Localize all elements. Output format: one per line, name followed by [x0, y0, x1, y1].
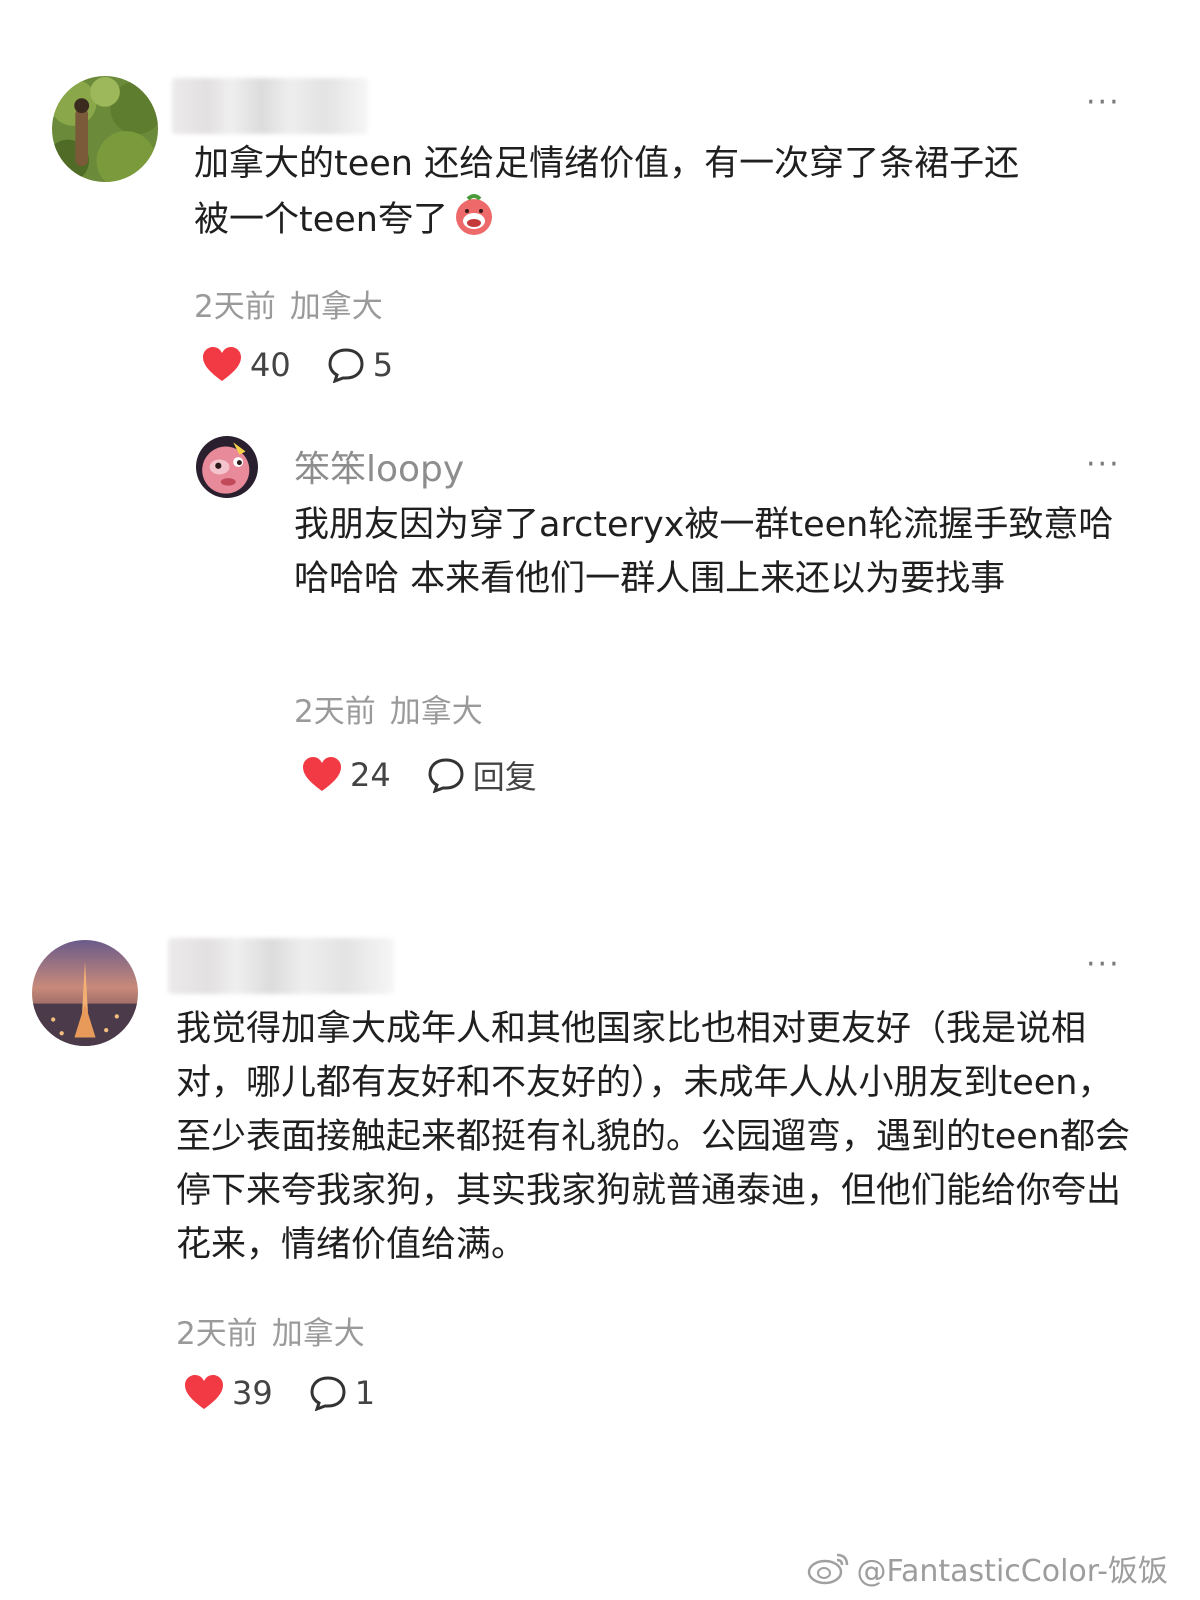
like-button[interactable]: 39 — [184, 1374, 273, 1412]
more-options-icon[interactable]: ··· — [1086, 950, 1121, 980]
reply-button[interactable]: 1 — [309, 1374, 375, 1412]
comment-actions: 39 1 — [184, 1374, 411, 1412]
comment-1: ··· 加拿大的teen 还给足情绪价值，有一次穿了条裙子还 被一个teen夸了… — [0, 0, 1200, 420]
reply-label: 回复 — [472, 758, 537, 796]
username[interactable]: 笨笨loopy — [294, 440, 464, 492]
avatar[interactable] — [32, 940, 138, 1046]
like-count: 39 — [232, 1374, 273, 1412]
timestamp: 2天前 — [176, 1316, 258, 1352]
comment-bubble-icon — [428, 758, 464, 793]
heart-icon — [203, 347, 241, 381]
comment-meta: 2天前 加拿大 — [194, 281, 397, 326]
comment-actions: 40 5 — [202, 346, 429, 384]
comment-2-reply: 笨笨loopy ··· 我朋友因为穿了arcteryx被一群teen轮流握手致意… — [0, 420, 1200, 840]
heart-icon — [185, 1375, 223, 1409]
location: 加拿大 — [389, 694, 483, 730]
comment-text: 加拿大的teen 还给足情绪价值，有一次穿了条裙子还 被一个teen夸了 — [194, 144, 1020, 240]
avatar[interactable] — [52, 76, 158, 182]
more-options-icon[interactable]: ··· — [1086, 88, 1121, 118]
location: 加拿大 — [271, 1316, 365, 1352]
weibo-logo-icon — [807, 1553, 848, 1585]
like-button[interactable]: 40 — [202, 346, 291, 384]
comment-bubble-icon — [328, 348, 364, 383]
like-count: 40 — [250, 346, 291, 384]
comment-text: 我朋友因为穿了arcteryx被一群teen轮流握手致意哈哈哈哈 本来看他们一群… — [294, 505, 1114, 599]
like-count: 24 — [350, 756, 391, 794]
reply-button[interactable]: 5 — [327, 346, 393, 384]
more-options-icon[interactable]: ··· — [1086, 450, 1121, 480]
laughing-emoji-icon — [455, 194, 492, 235]
heart-icon — [303, 757, 341, 791]
comment-meta: 2天前 加拿大 — [294, 686, 497, 731]
timestamp: 2天前 — [294, 694, 376, 730]
watermark-text: @FantasticColor-饭饭 — [856, 1554, 1169, 1589]
location: 加拿大 — [289, 289, 383, 325]
comment-bubble-icon — [310, 1376, 346, 1411]
watermark: @FantasticColor-饭饭 — [807, 1546, 1169, 1590]
like-button[interactable]: 24 — [302, 756, 391, 794]
comment-3: ··· 我觉得加拿大成年人和其他国家比也相对更友好（我是说相对，哪儿都有友好和不… — [0, 920, 1200, 1460]
reply-count: 1 — [354, 1374, 376, 1412]
avatar[interactable] — [196, 436, 258, 498]
timestamp: 2天前 — [194, 289, 276, 325]
blurred-username — [172, 78, 368, 134]
comment-meta: 2天前 加拿大 — [176, 1308, 379, 1353]
blurred-username — [168, 938, 394, 994]
reply-count: 5 — [372, 346, 394, 384]
comment-actions: 24 回复 — [302, 752, 573, 798]
comment-text: 我觉得加拿大成年人和其他国家比也相对更友好（我是说相对，哪儿都有友好和不友好的）… — [176, 1009, 1130, 1265]
reply-button[interactable]: 回复 — [427, 752, 537, 798]
